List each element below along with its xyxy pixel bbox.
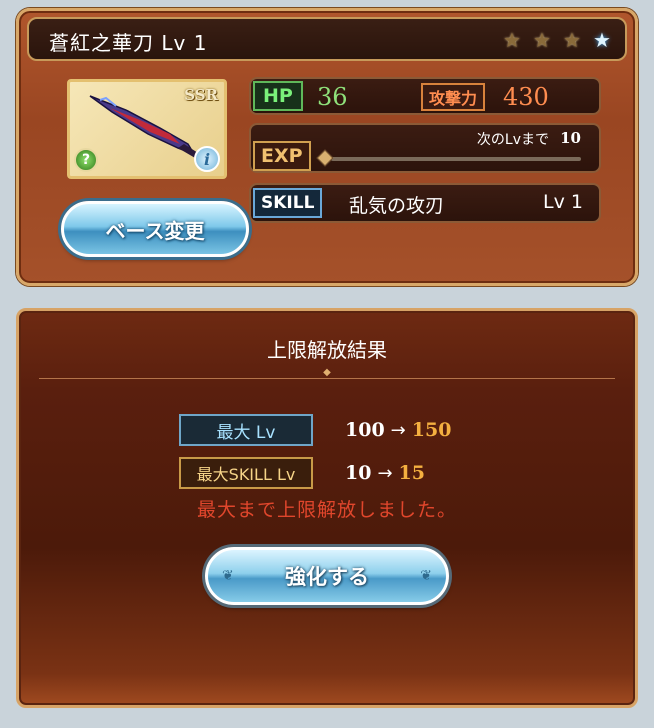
info-icon[interactable]: i bbox=[194, 146, 220, 172]
uncap-star-icon: ★ bbox=[563, 28, 581, 52]
skill-level: Lv 1 bbox=[543, 191, 583, 213]
max-level-to: 150 bbox=[411, 419, 452, 441]
next-level-value: 10 bbox=[560, 129, 581, 147]
skill-label: SKILL bbox=[253, 188, 323, 218]
uncap-star-icon: ★ bbox=[503, 28, 521, 52]
enhance-button[interactable]: ❦ 強化する ❦ bbox=[205, 547, 449, 605]
stats-row: HP 36 攻撃力 430 bbox=[249, 77, 601, 115]
skill-name: 乱気の攻刃 bbox=[349, 195, 445, 217]
uncap-complete-message: 最大まで上限解放しました。 bbox=[196, 499, 457, 521]
attack-value: 430 bbox=[503, 83, 549, 111]
button-ornament-icon: ❦ bbox=[420, 568, 432, 584]
exp-label: EXP bbox=[253, 141, 311, 171]
result-title: 上限解放結果 bbox=[267, 338, 387, 362]
uncap-star-icon: ★ bbox=[533, 28, 551, 52]
weapon-title-bar: 蒼紅之華刀 Lv 1 ★ ★ ★ ★ bbox=[27, 17, 627, 61]
max-level-label: 最大 Lv bbox=[179, 414, 313, 446]
max-skill-level-label: 最大SKILL Lv bbox=[179, 457, 313, 489]
weapon-image[interactable]: SSR ? i bbox=[67, 79, 227, 179]
weapon-info-panel: 蒼紅之華刀 Lv 1 ★ ★ ★ ★ SSR ? i ベース変更 HP 36 攻… bbox=[16, 8, 638, 286]
arrow-right-icon: → bbox=[377, 462, 393, 484]
next-level-label: 次のLvまで bbox=[476, 132, 549, 148]
attack-label: 攻撃力 bbox=[421, 83, 486, 111]
skill-row[interactable]: SKILL 乱気の攻刃 Lv 1 bbox=[249, 183, 601, 223]
weapon-name: 蒼紅之華刀 Lv 1 bbox=[49, 31, 208, 55]
max-skill-level-to: 15 bbox=[398, 462, 425, 484]
exp-row: EXP 次のLvまで 10 bbox=[249, 123, 601, 173]
uncap-stars: ★ ★ ★ ★ bbox=[499, 27, 615, 53]
max-level-row: 最大 Lv 100 → 150 bbox=[179, 414, 451, 446]
uncap-result-panel: 上限解放結果 ◆ 最大 Lv 100 → 150 最大SKILL Lv 10 →… bbox=[16, 308, 638, 708]
max-skill-level-from: 10 bbox=[345, 462, 372, 484]
hp-value: 36 bbox=[317, 83, 348, 111]
arrow-right-icon: → bbox=[390, 419, 406, 441]
hp-label: HP bbox=[253, 81, 303, 111]
exp-bar bbox=[331, 157, 581, 161]
wind-element-icon: ? bbox=[74, 148, 98, 172]
rarity-badge: SSR bbox=[184, 86, 218, 104]
uncap-star-blue-icon: ★ bbox=[593, 28, 611, 52]
max-level-from: 100 bbox=[345, 419, 385, 441]
max-skill-level-row: 最大SKILL Lv 10 → 15 bbox=[179, 457, 425, 489]
button-ornament-icon: ❦ bbox=[222, 568, 234, 584]
exp-marker-icon bbox=[316, 149, 334, 167]
base-change-button[interactable]: ベース変更 bbox=[61, 201, 249, 257]
ornament-icon: ◆ bbox=[323, 367, 331, 378]
enhance-button-label: 強化する bbox=[285, 565, 369, 589]
